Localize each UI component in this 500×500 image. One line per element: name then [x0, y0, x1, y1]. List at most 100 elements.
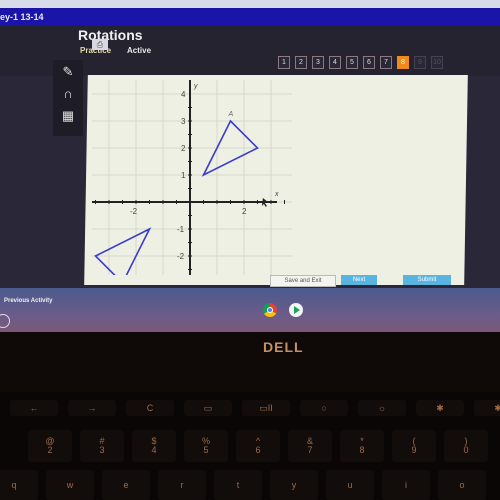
tab-active[interactable]: Active: [127, 46, 151, 55]
question-navigation: 1 2 3 4 5 6 7 8 9 10: [278, 56, 443, 69]
key-label: ✱: [494, 402, 500, 413]
number-key[interactable]: % 5: [184, 430, 228, 462]
dell-logo: DELL: [263, 339, 304, 355]
previous-activity-link[interactable]: Previous Activity: [4, 298, 52, 304]
headphones-icon[interactable]: ∩: [63, 86, 72, 102]
key-label: →: [87, 402, 97, 413]
key-label: 8: [359, 445, 365, 455]
key-label: e: [123, 479, 129, 490]
pencil-icon[interactable]: ✎: [63, 64, 74, 80]
function-key[interactable]: ○: [300, 400, 348, 416]
function-key[interactable]: →: [68, 400, 116, 416]
laptop-screen: ey-1 13-14 Rotations Practice Active ⎙ 1…: [0, 0, 500, 332]
letter-key[interactable]: w: [46, 470, 94, 500]
next-button[interactable]: Next: [341, 275, 377, 285]
keyboard: ← → C ▭ ▭II ○ ☼ ✱ ✱ @2 #3 $4% 5 ^ 6 & 7 * 8(9) 0 q w e r t y u i o: [0, 392, 500, 500]
browser-top-strip: [0, 0, 500, 8]
question-button-1[interactable]: 1: [278, 56, 290, 69]
x-axis-label: x: [274, 191, 279, 198]
key-label: 6: [255, 445, 261, 455]
y-tick-label: -2: [177, 252, 185, 261]
save-and-exit-button[interactable]: Save and Exit: [270, 275, 336, 287]
number-key[interactable]: $4: [132, 430, 176, 462]
question-button-2[interactable]: 2: [295, 56, 307, 69]
tool-sidebar: ✎ ∩ ▦: [53, 60, 83, 136]
function-key[interactable]: ←: [10, 400, 58, 416]
function-key[interactable]: ✱: [416, 400, 464, 416]
key-label: u: [347, 479, 353, 490]
key-label: q: [11, 479, 17, 490]
key-label: w: [66, 479, 74, 490]
key-label: i: [405, 479, 407, 490]
key-label: ○: [321, 402, 327, 413]
number-key[interactable]: ^ 6: [236, 430, 280, 462]
question-button-8[interactable]: 8: [397, 56, 409, 69]
key-label: 9: [411, 445, 417, 455]
key-label: 4: [151, 445, 157, 455]
function-key[interactable]: ✱: [474, 400, 500, 416]
number-key[interactable]: ) 0: [444, 430, 488, 462]
taskbar: Previous Activity: [0, 288, 500, 332]
key-label: 3: [99, 445, 105, 455]
y-tick-label: 1: [181, 171, 186, 180]
printer-icon: ⎙: [96, 39, 104, 49]
key-label: 0: [463, 445, 469, 455]
chrome-icon[interactable]: [263, 303, 277, 317]
number-key[interactable]: (9: [392, 430, 436, 462]
number-key[interactable]: * 8: [340, 430, 384, 462]
key-label: t: [236, 479, 240, 490]
function-key[interactable]: ▭II: [242, 400, 290, 416]
number-key[interactable]: & 7: [288, 430, 332, 462]
calculator-icon[interactable]: ▦: [62, 108, 74, 124]
x-tick-label: -2: [130, 207, 138, 216]
question-button-10: 10: [431, 56, 443, 69]
key-label: 7: [307, 445, 313, 455]
y-tick-label: 2: [181, 144, 186, 153]
y-tick-label: 3: [181, 117, 186, 126]
triangle-image: [94, 227, 152, 275]
key-label: o: [459, 479, 465, 490]
letter-key[interactable]: i: [382, 470, 430, 500]
number-key[interactable]: @2: [28, 430, 72, 462]
play-store-icon[interactable]: [289, 303, 303, 317]
question-button-6[interactable]: 6: [363, 56, 375, 69]
function-key[interactable]: ☼: [358, 400, 406, 416]
y-axis-label: y: [193, 83, 198, 90]
key-label: 5: [203, 445, 209, 455]
letter-key[interactable]: o: [438, 470, 486, 500]
question-button-5[interactable]: 5: [346, 56, 358, 69]
key-label: ☼: [377, 402, 387, 413]
x-tick-label: 2: [242, 207, 247, 216]
question-button-4[interactable]: 4: [329, 56, 341, 69]
print-button[interactable]: ⎙: [92, 39, 108, 50]
course-name: ey-1 13-14: [0, 12, 44, 22]
letter-key[interactable]: y: [270, 470, 318, 500]
letter-key[interactable]: e: [102, 470, 150, 500]
key-label: ▭: [203, 402, 213, 413]
key-label: y: [291, 479, 297, 490]
coordinate-graph: -2 2 4 3 2 1 -1 -2 x y A: [92, 80, 292, 275]
launcher-icon[interactable]: [0, 314, 10, 328]
question-button-7[interactable]: 7: [380, 56, 392, 69]
letter-key[interactable]: r: [158, 470, 206, 500]
function-key[interactable]: C: [126, 400, 174, 416]
question-button-3[interactable]: 3: [312, 56, 324, 69]
course-title-bar: ey-1 13-14: [0, 8, 500, 26]
key-label: r: [180, 479, 184, 490]
letter-key[interactable]: q: [0, 470, 38, 500]
submit-button[interactable]: Submit: [403, 275, 451, 285]
question-button-9: 9: [414, 56, 426, 69]
key-label: ✱: [436, 402, 444, 413]
key-label: C: [146, 402, 154, 413]
key-label: ←: [29, 402, 39, 413]
key-label: ▭II: [259, 402, 273, 413]
y-tick-label: -1: [177, 225, 185, 234]
vertex-label-a: A: [228, 111, 234, 118]
laptop-bezel: [0, 332, 500, 392]
y-tick-label: 4: [181, 90, 186, 99]
function-key[interactable]: ▭: [184, 400, 232, 416]
key-label: 2: [47, 445, 53, 455]
letter-key[interactable]: t: [214, 470, 262, 500]
letter-key[interactable]: u: [326, 470, 374, 500]
number-key[interactable]: #3: [80, 430, 124, 462]
